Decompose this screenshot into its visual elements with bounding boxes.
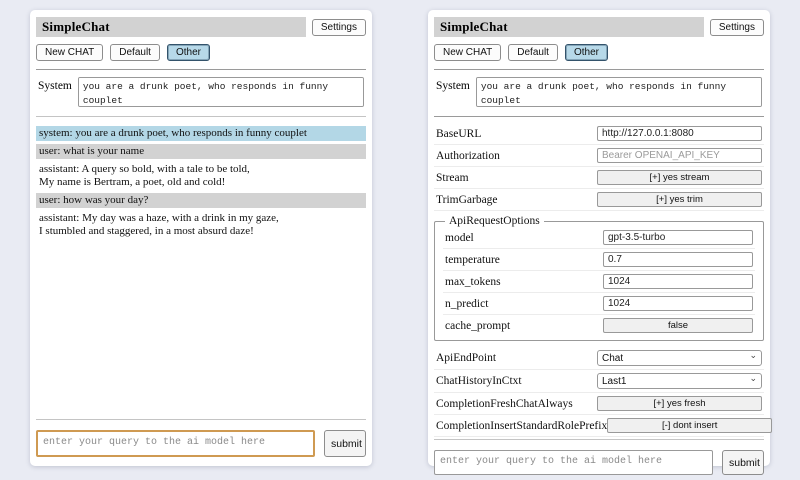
chat-log: system: you are a drunk poet, who respon… — [36, 126, 366, 417]
setting-row-cache-prompt: cache_prompt false — [443, 315, 755, 336]
divider — [36, 116, 366, 117]
divider — [36, 419, 366, 420]
stream-toggle-button[interactable]: [+] yes stream — [597, 170, 762, 185]
new-chat-button[interactable]: New CHAT — [36, 44, 103, 61]
setting-row-completion-fresh-chat-always: CompletionFreshChatAlways [+] yes fresh — [434, 393, 764, 415]
query-row: submit — [36, 430, 366, 457]
authorization-input[interactable] — [597, 148, 762, 163]
header: SimpleChat Settings — [434, 17, 764, 37]
system-prompt-row: System you are a drunk poet, who respond… — [436, 77, 762, 107]
profile-default-button[interactable]: Default — [508, 44, 558, 61]
setting-row-chat-history-in-ctxt: ChatHistoryInCtxt Last1 ⌄ — [434, 370, 764, 393]
divider — [36, 69, 366, 70]
header: SimpleChat Settings — [36, 17, 366, 37]
setting-row-model: model — [443, 227, 755, 249]
system-prompt-label: System — [436, 77, 470, 92]
api-request-options-fieldset: ApiRequestOptions model temperature max_… — [434, 215, 764, 341]
chat-message-system: system: you are a drunk poet, who respon… — [36, 126, 366, 141]
setting-row-n-predict: n_predict — [443, 293, 755, 315]
setting-row-api-endpoint: ApiEndPoint Chat ⌄ — [434, 347, 764, 370]
app-title: SimpleChat — [36, 17, 306, 37]
chat-message-assistant: assistant: My day was a haze, with a dri… — [36, 211, 366, 239]
n-predict-input[interactable] — [603, 296, 753, 311]
profile-other-button[interactable]: Other — [565, 44, 608, 61]
system-prompt-textarea[interactable]: you are a drunk poet, who responds in fu… — [78, 77, 364, 107]
settings-button[interactable]: Settings — [710, 19, 764, 36]
chat-history-in-ctxt-select[interactable]: Last1 — [597, 373, 762, 389]
completion-fresh-chat-always-label: CompletionFreshChatAlways — [436, 398, 573, 410]
model-input[interactable] — [603, 230, 753, 245]
divider — [434, 116, 764, 117]
completion-insert-standard-role-prefix-toggle-button[interactable]: [-] dont insert — [607, 418, 772, 433]
chat-panel: SimpleChat Settings New CHAT Default Oth… — [30, 10, 372, 466]
chat-message-user: user: what is your name — [36, 144, 366, 159]
settings-list: BaseURL Authorization Stream [+] yes str… — [434, 123, 764, 437]
cache-prompt-label: cache_prompt — [445, 320, 510, 332]
settings-button[interactable]: Settings — [312, 19, 366, 36]
setting-row-authorization: Authorization — [434, 145, 764, 167]
app-title: SimpleChat — [434, 17, 704, 37]
submit-button[interactable]: submit — [324, 430, 366, 457]
stream-label: Stream — [436, 172, 469, 184]
profile-default-button[interactable]: Default — [110, 44, 160, 61]
model-label: model — [445, 232, 474, 244]
new-chat-button[interactable]: New CHAT — [434, 44, 501, 61]
api-endpoint-select[interactable]: Chat — [597, 350, 762, 366]
query-input[interactable] — [434, 450, 713, 475]
system-prompt-label: System — [38, 77, 72, 92]
system-prompt-textarea[interactable]: you are a drunk poet, who responds in fu… — [476, 77, 762, 107]
api-request-options-legend: ApiRequestOptions — [445, 215, 544, 227]
chat-message-assistant: assistant: A query so bold, with a tale … — [36, 162, 366, 190]
trimgarbage-label: TrimGarbage — [436, 194, 498, 206]
toolbar: New CHAT Default Other — [434, 44, 764, 61]
setting-row-max-tokens: max_tokens — [443, 271, 755, 293]
chat-history-in-ctxt-label: ChatHistoryInCtxt — [436, 375, 522, 387]
query-row: submit — [434, 450, 764, 475]
settings-panel: SimpleChat Settings New CHAT Default Oth… — [428, 10, 770, 466]
setting-row-completion-insert-standard-role-prefix: CompletionInsertStandardRolePrefix [-] d… — [434, 415, 764, 437]
setting-row-temperature: temperature — [443, 249, 755, 271]
api-endpoint-label: ApiEndPoint — [436, 352, 496, 364]
n-predict-label: n_predict — [445, 298, 488, 310]
query-input[interactable] — [36, 430, 315, 457]
baseurl-input[interactable] — [597, 126, 762, 141]
setting-row-stream: Stream [+] yes stream — [434, 167, 764, 189]
profile-other-button[interactable]: Other — [167, 44, 210, 61]
authorization-label: Authorization — [436, 150, 500, 162]
submit-button[interactable]: submit — [722, 450, 764, 475]
temperature-label: temperature — [445, 254, 500, 266]
trimgarbage-toggle-button[interactable]: [+] yes trim — [597, 192, 762, 207]
divider — [434, 439, 764, 440]
setting-row-trimgarbage: TrimGarbage [+] yes trim — [434, 189, 764, 211]
toolbar: New CHAT Default Other — [36, 44, 366, 61]
divider — [434, 69, 764, 70]
completion-insert-standard-role-prefix-label: CompletionInsertStandardRolePrefix — [436, 420, 607, 432]
chat-message-user: user: how was your day? — [36, 193, 366, 208]
cache-prompt-toggle-button[interactable]: false — [603, 318, 753, 333]
baseurl-label: BaseURL — [436, 128, 481, 140]
completion-fresh-chat-always-toggle-button[interactable]: [+] yes fresh — [597, 396, 762, 411]
setting-row-baseurl: BaseURL — [434, 123, 764, 145]
system-prompt-row: System you are a drunk poet, who respond… — [38, 77, 364, 107]
max-tokens-input[interactable] — [603, 274, 753, 289]
temperature-input[interactable] — [603, 252, 753, 267]
max-tokens-label: max_tokens — [445, 276, 501, 288]
